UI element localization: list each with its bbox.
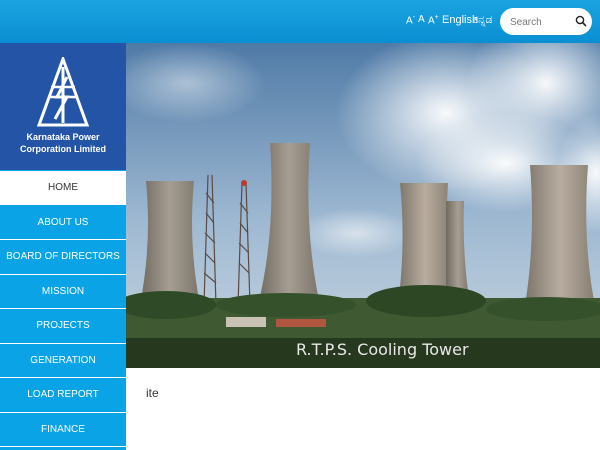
logo[interactable]: Karnataka Power Corporation Limited bbox=[0, 43, 126, 170]
search-icon[interactable] bbox=[574, 14, 588, 28]
nav-item-mission[interactable]: MISSION bbox=[0, 275, 126, 309]
nav-item-generation[interactable]: GENERATION bbox=[0, 344, 126, 378]
logo-text: Karnataka Power Corporation Limited bbox=[20, 132, 106, 154]
font-decrease-button[interactable]: A- bbox=[406, 14, 415, 26]
language-kannada-link[interactable]: ಕನ್ನಡ bbox=[473, 14, 493, 27]
search-input[interactable] bbox=[508, 13, 572, 31]
top-bar: A- A A+ English ಕನ್ನಡ bbox=[0, 0, 600, 43]
nav-item-home[interactable]: HOME bbox=[0, 171, 126, 206]
main-nav: HOME ABOUT US BOARD OF DIRECTORS MISSION… bbox=[0, 171, 126, 447]
nav-item-load-report[interactable]: LOAD REPORT bbox=[0, 378, 126, 413]
hero-banner bbox=[126, 43, 600, 368]
nav-item-about-us[interactable]: ABOUT US bbox=[0, 206, 126, 240]
font-increase-button[interactable]: A+ bbox=[428, 14, 439, 26]
nav-item-finance[interactable]: FINANCE bbox=[0, 413, 126, 447]
main-content-text: ite bbox=[146, 386, 159, 400]
nav-item-board-of-directors[interactable]: BOARD OF DIRECTORS bbox=[0, 240, 126, 275]
nav-item-projects[interactable]: PROJECTS bbox=[0, 309, 126, 344]
kpcl-logo-icon bbox=[37, 57, 89, 127]
hero-caption: R.T.P.S. Cooling Tower bbox=[296, 340, 469, 359]
sidebar: Karnataka Power Corporation Limited HOME… bbox=[0, 43, 126, 450]
search-box bbox=[500, 8, 592, 35]
cooling-tower-photo bbox=[126, 43, 600, 368]
font-normal-button[interactable]: A bbox=[418, 14, 425, 25]
